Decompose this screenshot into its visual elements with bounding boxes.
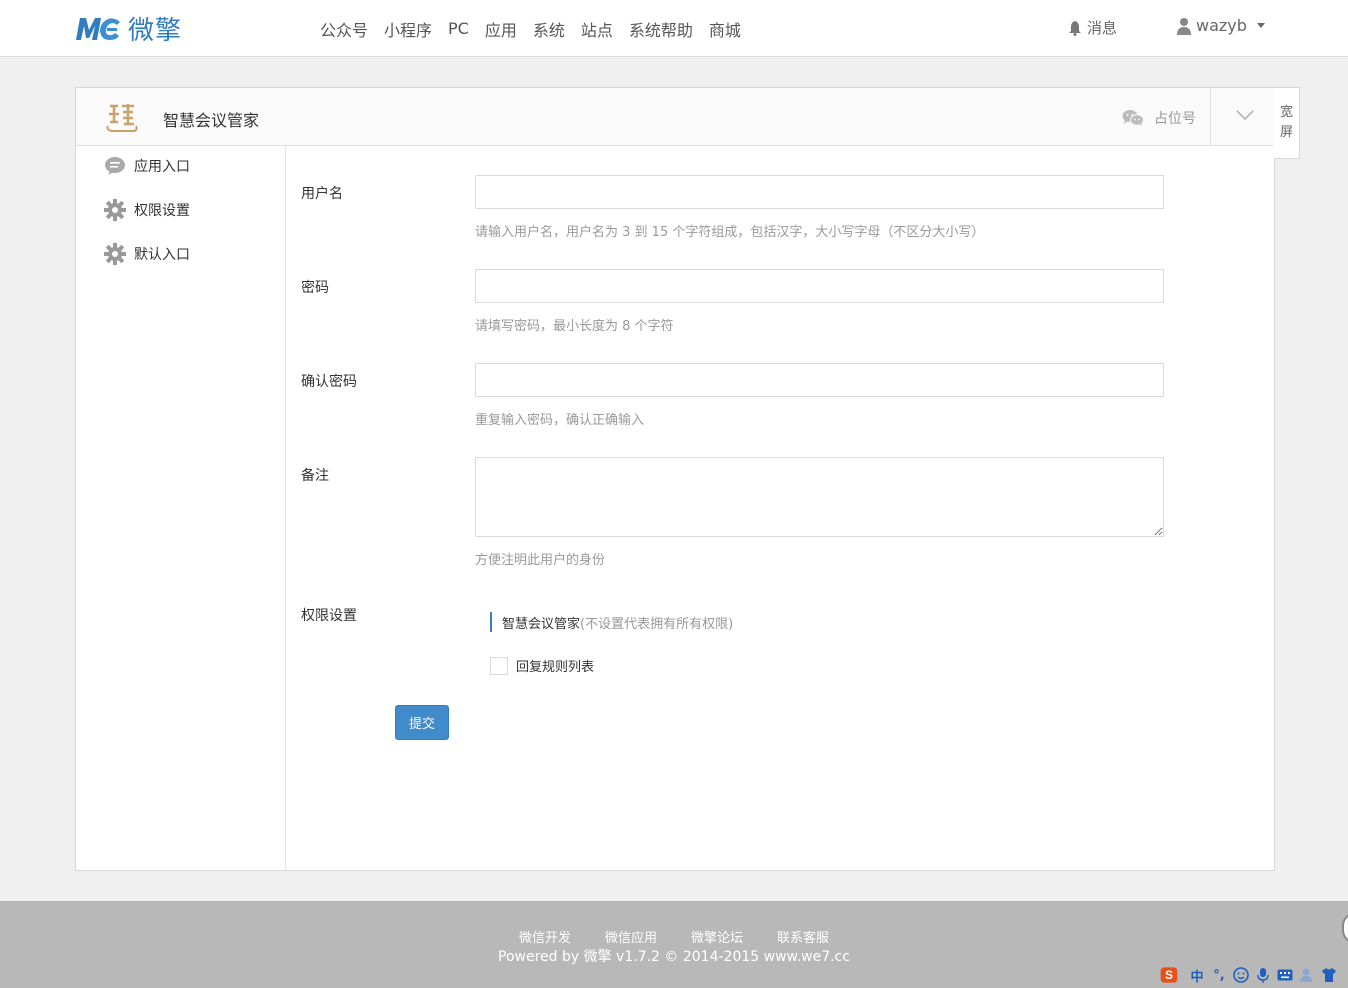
- header-divider: [1210, 88, 1211, 146]
- bell-icon: [1069, 20, 1081, 36]
- caret-down-icon: [1256, 23, 1265, 28]
- permission-option[interactable]: 回复规则列表: [490, 656, 594, 675]
- username-input[interactable]: [475, 175, 1164, 209]
- panel-header: 智慧会议管家 占位号: [76, 88, 1274, 146]
- footer-link-wechat-apps[interactable]: 微信应用: [605, 927, 657, 946]
- username-help: 请输入用户名，用户名为 3 到 15 个字符组成，包括汉字，大小写字母（不区分大…: [475, 225, 985, 240]
- nav-item-site[interactable]: 站点: [573, 17, 621, 41]
- widescreen-toggle[interactable]: 宽 屏: [1274, 87, 1300, 159]
- account-name: 智慧会议管家: [163, 111, 260, 130]
- permission-option-label: 回复规则列表: [516, 660, 595, 675]
- sidebar-item-default-entry[interactable]: 默认入口: [104, 242, 190, 266]
- wechat-id-label: 占位号: [1154, 111, 1196, 127]
- sidebar: 应用入口 权限设置 默认入口: [76, 146, 286, 870]
- keyboard-icon[interactable]: [1276, 966, 1294, 984]
- footer-link-wechat-dev[interactable]: 微信开发: [519, 927, 571, 946]
- wechat-id: 占位号: [1122, 108, 1196, 128]
- messages-label: 消息: [1087, 19, 1118, 37]
- nav-item-apps[interactable]: 应用: [477, 17, 525, 41]
- nav-item-mini-program[interactable]: 小程序: [376, 17, 440, 41]
- nav-item-store[interactable]: 商城: [701, 17, 749, 41]
- user-menu[interactable]: wazyb: [1176, 16, 1265, 35]
- permission-group-title: 智慧会议管家 (不设置代表拥有所有权限): [490, 612, 733, 632]
- permission-group-note: (不设置代表拥有所有权限): [580, 616, 734, 632]
- widescreen-label-2: 屏: [1279, 125, 1293, 140]
- username-label: 用户名: [301, 186, 343, 202]
- wechat-icon: [1122, 110, 1144, 126]
- footer: 微信开发 微信应用 微擎论坛 联系客服 Powered by 微擎 v1.7.2…: [0, 901, 1348, 988]
- sidebar-item-permissions[interactable]: 权限设置: [104, 198, 190, 222]
- remark-label: 备注: [301, 468, 329, 484]
- sidebar-item-label: 默认入口: [134, 247, 190, 263]
- sogou-logo-icon[interactable]: S: [1160, 966, 1178, 984]
- widescreen-label-1: 宽: [1279, 105, 1293, 120]
- gear-icon: [104, 199, 126, 221]
- confirm-password-label: 确认密码: [301, 374, 357, 390]
- nav-item-pc[interactable]: PC: [440, 19, 477, 38]
- footer-links: 微信开发 微信应用 微擎论坛 联系客服: [0, 927, 1348, 946]
- sidebar-item-label: 应用入口: [134, 159, 190, 175]
- user-center-icon[interactable]: [1298, 966, 1316, 984]
- powered-by: Powered by 微擎 v1.7.2 © 2014-2015 www.we7…: [498, 949, 850, 965]
- username: wazyb: [1196, 16, 1247, 35]
- footer-link-forum[interactable]: 微擎论坛: [691, 927, 743, 946]
- chat-bubble-icon: [104, 155, 126, 177]
- ime-mode[interactable]: 中: [1188, 966, 1206, 985]
- ime-toolbar: S 中 °,: [1160, 962, 1338, 988]
- gear-icon: [104, 243, 126, 265]
- submit-button[interactable]: 提交: [395, 705, 449, 740]
- logo-mark: [74, 14, 122, 42]
- reply-rules-checkbox[interactable]: [490, 656, 508, 675]
- messages-link[interactable]: 消息: [1067, 17, 1117, 38]
- emoji-icon[interactable]: [1232, 966, 1250, 984]
- nav-item-help[interactable]: 系统帮助: [621, 17, 701, 41]
- chevron-down-icon[interactable]: [1235, 108, 1255, 122]
- confirm-password-help: 重复输入密码，确认正确输入: [475, 413, 645, 428]
- main-panel: 智慧会议管家 占位号 应用入口 权限设置 默认入口 用户名 请输入用户名，用户名…: [75, 87, 1275, 871]
- permission-label: 权限设置: [301, 608, 357, 624]
- footer-link-support[interactable]: 联系客服: [777, 927, 829, 946]
- brand-name: 微擎: [128, 15, 183, 46]
- password-input[interactable]: [475, 269, 1164, 303]
- nav-item-official-account[interactable]: 公众号: [312, 17, 376, 41]
- confirm-password-input[interactable]: [475, 363, 1164, 397]
- top-navbar: 微擎 公众号 小程序 PC 应用 系统 站点 系统帮助 商城 消息 wazyb: [0, 0, 1348, 57]
- skin-shirt-icon[interactable]: [1320, 966, 1338, 984]
- sidebar-item-label: 权限设置: [134, 203, 190, 219]
- sidebar-item-app-entry[interactable]: 应用入口: [104, 154, 190, 178]
- remark-textarea[interactable]: [475, 457, 1164, 537]
- main-nav: 公众号 小程序 PC 应用 系统 站点 系统帮助 商城: [312, 0, 749, 57]
- password-help: 请填写密码，最小长度为 8 个字符: [475, 319, 674, 334]
- account-logo-icon: [106, 104, 138, 132]
- svg-text:S: S: [1165, 969, 1173, 982]
- microphone-icon[interactable]: [1254, 966, 1272, 984]
- permission-group-name: 智慧会议管家: [502, 616, 581, 632]
- user-icon: [1177, 17, 1191, 35]
- ime-punctuation[interactable]: °,: [1210, 966, 1228, 984]
- nav-item-system[interactable]: 系统: [525, 17, 573, 41]
- password-label: 密码: [301, 280, 329, 296]
- remark-help: 方便注明此用户的身份: [475, 553, 606, 568]
- brand-logo[interactable]: 微擎: [74, 12, 183, 46]
